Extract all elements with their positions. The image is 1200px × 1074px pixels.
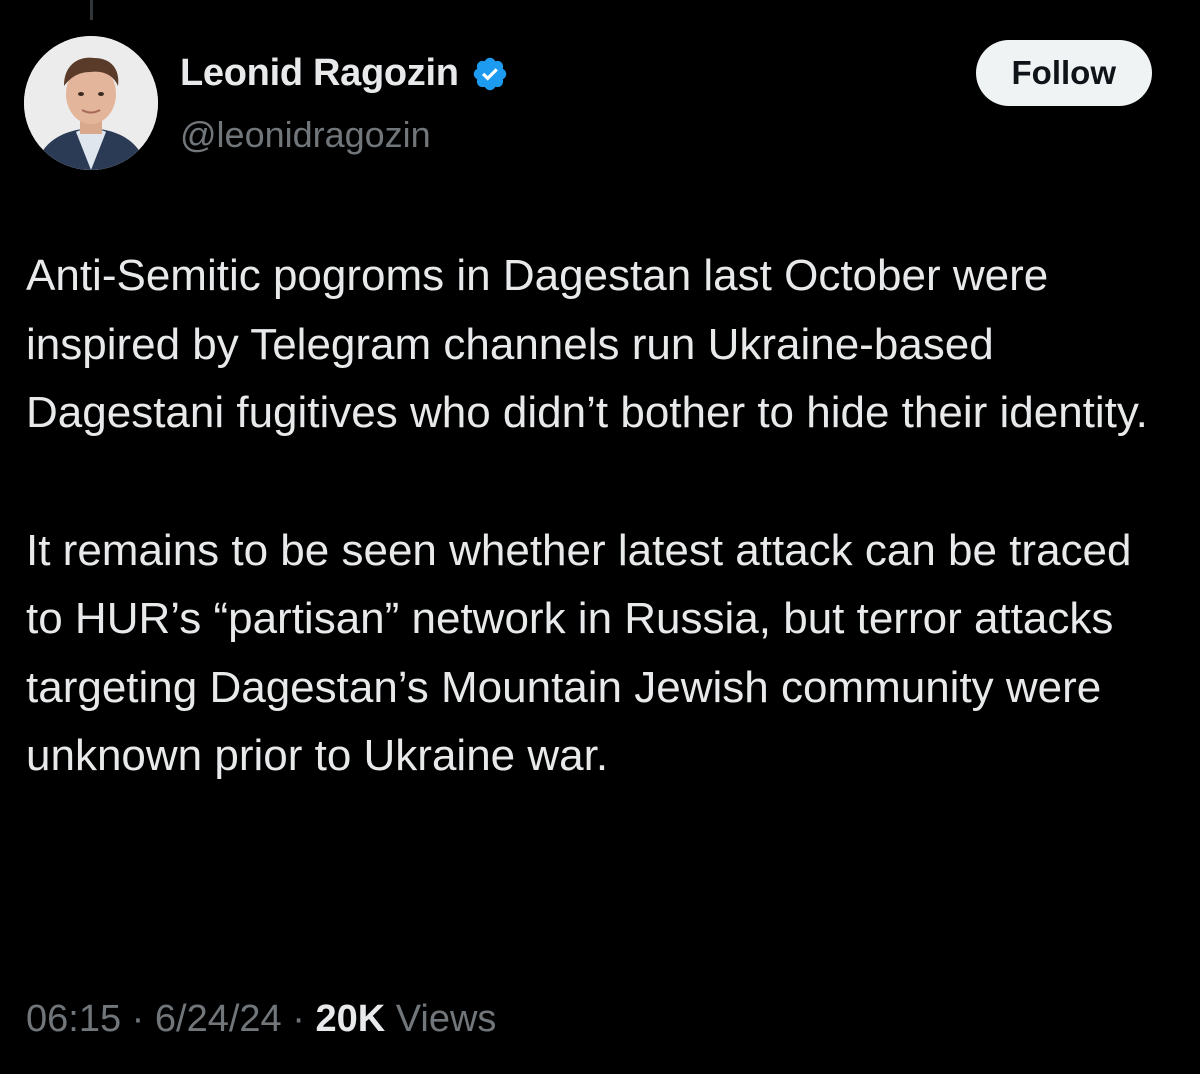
- meta-separator: ·: [131, 998, 145, 1040]
- author-display-name[interactable]: Leonid Ragozin: [180, 52, 459, 95]
- tweet-time[interactable]: 06:15: [26, 998, 121, 1040]
- name-row: Leonid Ragozin: [180, 52, 509, 95]
- views-label: Views: [395, 998, 497, 1040]
- tweet-date[interactable]: 6/24/24: [155, 998, 282, 1040]
- tweet-text: Anti-Semitic pogroms in Dagestan last Oc…: [26, 242, 1176, 791]
- author-handle[interactable]: @leonidragozin: [180, 114, 431, 156]
- views-count[interactable]: 20K: [315, 998, 385, 1040]
- avatar[interactable]: [24, 36, 158, 170]
- profile-photo-icon: [24, 36, 158, 170]
- tweet-paragraph: Anti-Semitic pogroms in Dagestan last Oc…: [26, 251, 1148, 437]
- follow-button[interactable]: Follow: [975, 40, 1152, 106]
- meta-separator: ·: [292, 998, 305, 1040]
- tweet-meta: 06:15 · 6/24/24 · 20K Views: [26, 998, 496, 1041]
- verified-badge-icon: [473, 57, 506, 90]
- tweet-paragraph: It remains to be seen whether latest att…: [26, 525, 1132, 781]
- thread-connector-line: [90, 0, 93, 20]
- tweet-header: Leonid Ragozin @leonidragozin Follow: [24, 36, 1152, 170]
